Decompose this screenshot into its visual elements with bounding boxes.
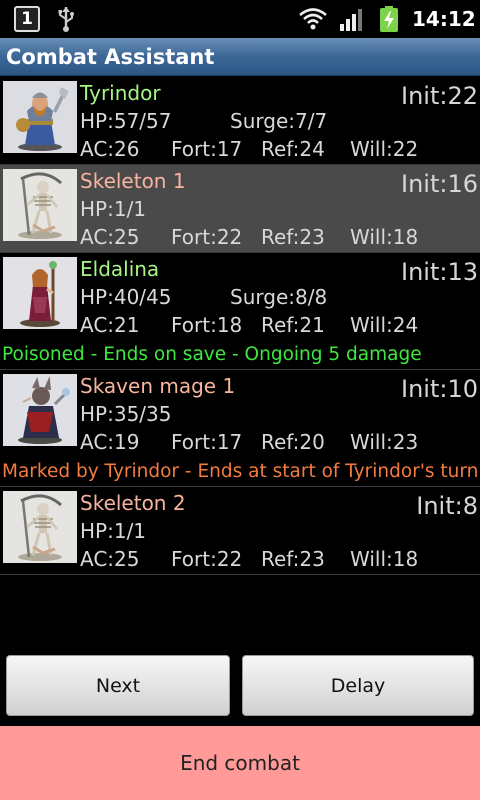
- initiative-value: Init:10: [401, 375, 478, 403]
- notification-count: 1: [21, 9, 33, 29]
- will-value: Will:18: [350, 225, 419, 249]
- portrait-image: [3, 491, 77, 563]
- end-combat-button[interactable]: End combat: [0, 726, 480, 800]
- signal-icon: [340, 9, 362, 31]
- ac-value: AC:25: [80, 225, 140, 249]
- combatant-name: Skeleton 2: [80, 491, 186, 515]
- portrait-image: [3, 81, 77, 153]
- ref-value: Ref:20: [261, 430, 325, 454]
- ac-value: AC:21: [80, 313, 140, 337]
- will-value: Will:18: [350, 547, 419, 571]
- ac-value: AC:26: [80, 137, 140, 161]
- combatant-row-selected[interactable]: Skeleton 1 Init:16 HP:1/1 AC:25 Fort:22 …: [0, 165, 480, 253]
- status-effect: Marked by Tyrindor - Ends at start of Ty…: [2, 461, 479, 482]
- initiative-value: Init:16: [401, 170, 478, 198]
- initiative-value: Init:22: [401, 82, 478, 110]
- notification-icon[interactable]: 1: [14, 6, 40, 32]
- portrait-image: [3, 169, 77, 241]
- clock: 14:12: [412, 7, 476, 31]
- hp-value: HP:40/45: [80, 285, 172, 309]
- hp-value: HP:1/1: [80, 519, 147, 543]
- next-button[interactable]: Next: [6, 655, 230, 716]
- hp-value: HP:35/35: [80, 402, 172, 426]
- portrait-image: [3, 257, 77, 329]
- status-bar: 1 14:12: [0, 0, 480, 38]
- ref-value: Ref:23: [261, 547, 325, 571]
- combatant-row[interactable]: Skaven mage 1 Init:10 HP:35/35 AC:19 For…: [0, 370, 480, 487]
- hp-value: HP:57/57: [80, 109, 172, 133]
- fort-value: Fort:17: [171, 137, 243, 161]
- initiative-value: Init:8: [416, 492, 478, 520]
- fort-value: Fort:22: [171, 547, 243, 571]
- combatant-name: Eldalina: [80, 257, 160, 281]
- initiative-value: Init:13: [401, 258, 478, 286]
- status-effect: Poisoned - Ends on save - Ongoing 5 dama…: [2, 344, 422, 365]
- fort-value: Fort:18: [171, 313, 243, 337]
- combatant-list[interactable]: Tyrindor Init:22 HP:57/57 Surge:7/7 AC:2…: [0, 77, 480, 575]
- will-value: Will:22: [350, 137, 419, 161]
- battery-charging-icon: [380, 6, 398, 32]
- app-title: Combat Assistant: [6, 45, 215, 69]
- fort-value: Fort:22: [171, 225, 243, 249]
- ref-value: Ref:23: [261, 225, 325, 249]
- usb-icon: [58, 7, 74, 32]
- combatant-row[interactable]: Skeleton 2 Init:8 HP:1/1 AC:25 Fort:22 R…: [0, 487, 480, 575]
- combatant-row[interactable]: Eldalina Init:13 HP:40/45 Surge:8/8 AC:2…: [0, 253, 480, 370]
- ac-value: AC:19: [80, 430, 140, 454]
- combatant-name: Skeleton 1: [80, 169, 186, 193]
- surge-value: Surge:7/7: [230, 109, 328, 133]
- combatant-name: Tyrindor: [80, 81, 161, 105]
- combatant-name: Skaven mage 1: [80, 374, 236, 398]
- will-value: Will:23: [350, 430, 419, 454]
- combatant-row[interactable]: Tyrindor Init:22 HP:57/57 Surge:7/7 AC:2…: [0, 77, 480, 165]
- ac-value: AC:25: [80, 547, 140, 571]
- wifi-icon: [299, 8, 327, 30]
- hp-value: HP:1/1: [80, 197, 147, 221]
- title-bar: Combat Assistant: [0, 38, 480, 76]
- portrait-image: [3, 374, 77, 446]
- ref-value: Ref:21: [261, 313, 325, 337]
- will-value: Will:24: [350, 313, 419, 337]
- surge-value: Surge:8/8: [230, 285, 328, 309]
- fort-value: Fort:17: [171, 430, 243, 454]
- delay-button[interactable]: Delay: [242, 655, 474, 716]
- ref-value: Ref:24: [261, 137, 325, 161]
